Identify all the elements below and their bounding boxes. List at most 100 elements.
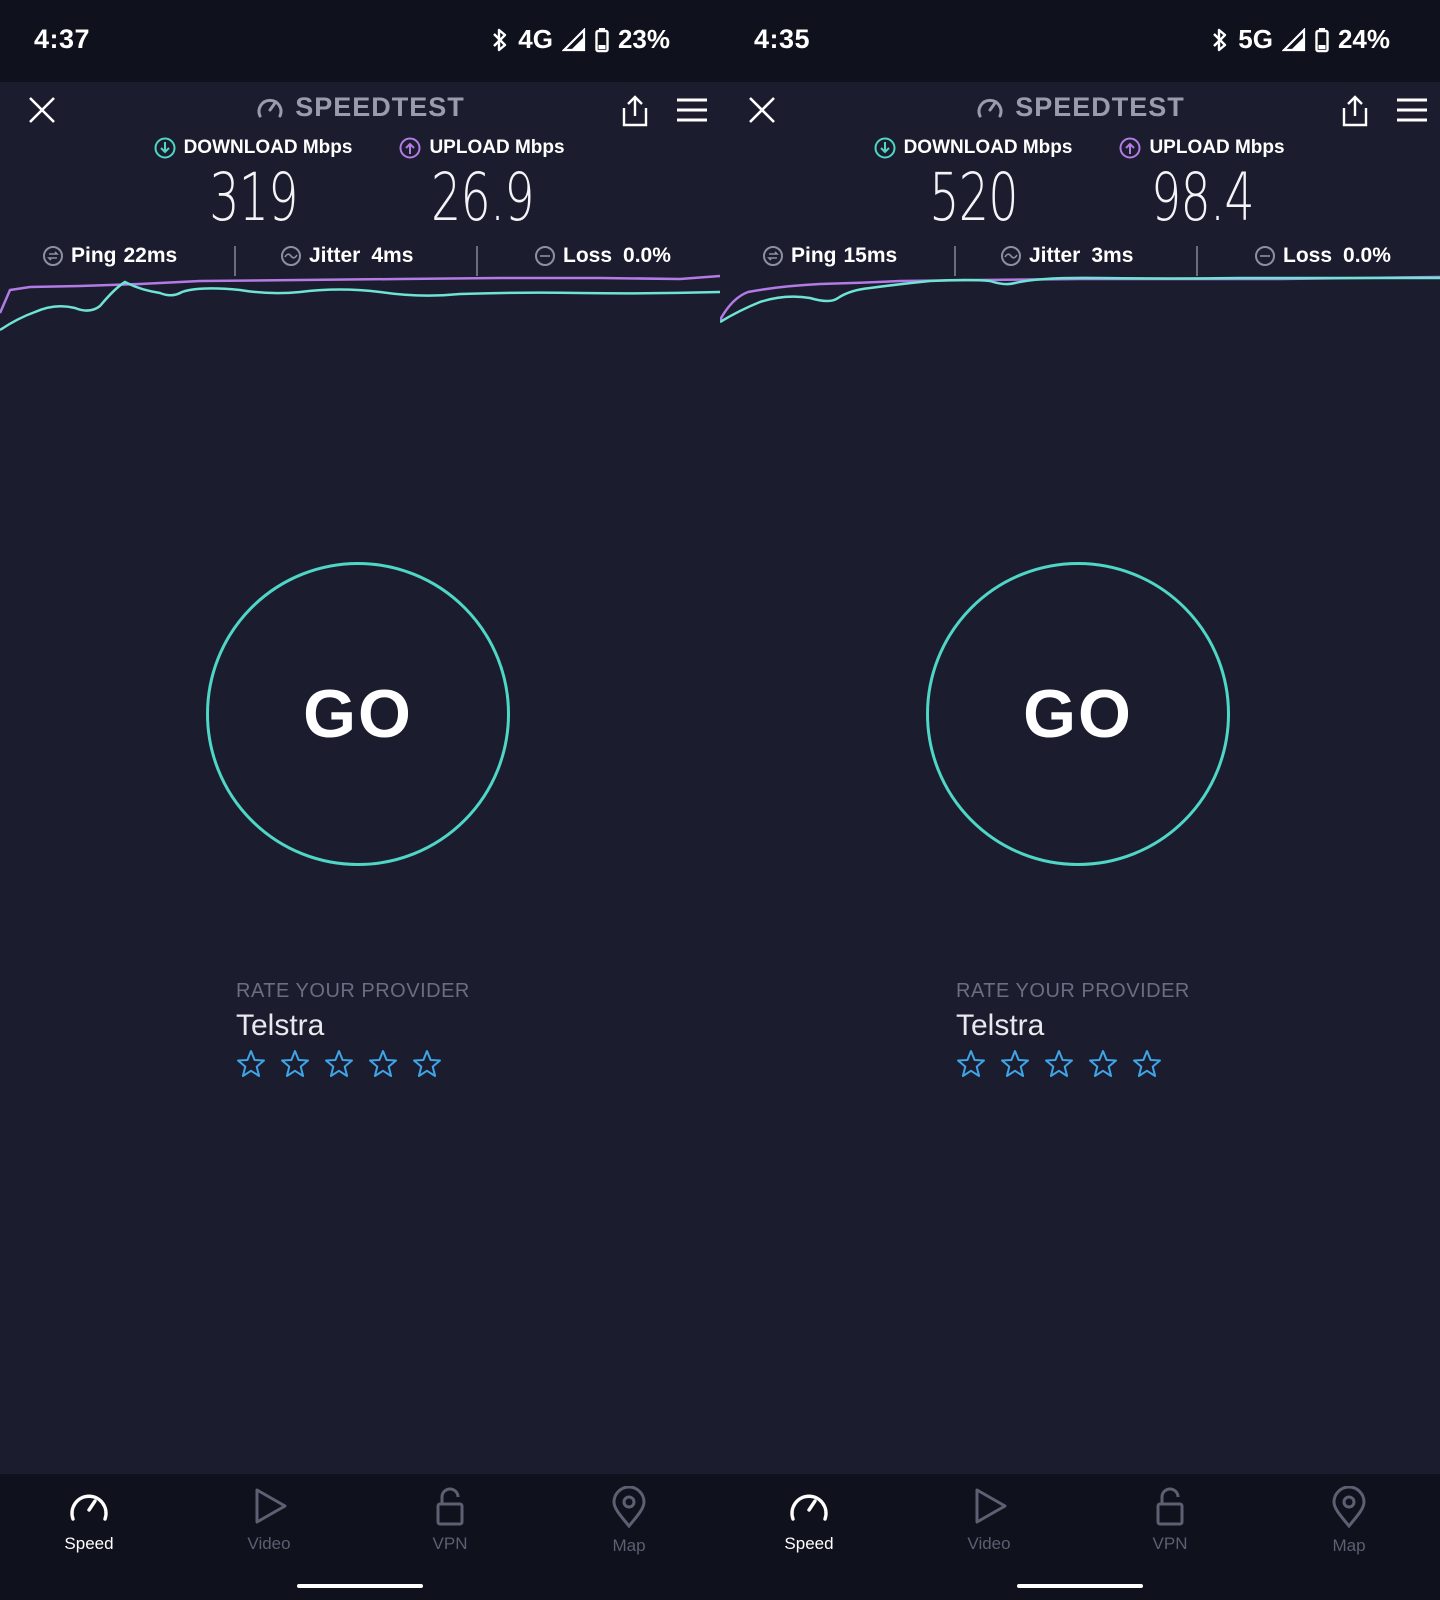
star-icon[interactable]: [280, 1049, 310, 1079]
download-icon: [154, 137, 176, 159]
jitter-icon: [281, 246, 301, 266]
nav-label-speed: Speed: [64, 1534, 114, 1553]
upload-value: 98.4: [1150, 159, 1255, 236]
upload-icon: [399, 137, 421, 159]
rate-heading: RATE YOUR PROVIDER: [236, 980, 470, 1002]
rate-provider: RATE YOUR PROVIDER Telstra: [956, 980, 1190, 1079]
share-icon: [1342, 95, 1368, 127]
signal-icon: [1281, 27, 1306, 52]
download-value: 319: [208, 159, 298, 236]
loss-icon: [535, 246, 555, 266]
download-metric: DOWNLOAD Mbps 319: [148, 137, 358, 231]
star-icon[interactable]: [1132, 1049, 1162, 1079]
lock-icon: [436, 1487, 464, 1526]
loss-icon: [1255, 246, 1275, 266]
app-title-text: SPEEDTEST: [1015, 92, 1185, 122]
home-indicator[interactable]: [297, 1584, 423, 1588]
loss-value: 0.0%: [623, 244, 671, 267]
rate-heading: RATE YOUR PROVIDER: [956, 980, 1190, 1002]
upload-metric: UPLOAD Mbps 98.4: [1112, 137, 1292, 231]
share-button[interactable]: [620, 94, 650, 128]
speed-graph: [720, 275, 1440, 324]
jitter-value: 3ms: [1091, 244, 1134, 267]
menu-button[interactable]: [676, 98, 708, 122]
go-label: GO: [303, 676, 413, 752]
download-metric: DOWNLOAD Mbps 520: [868, 137, 1078, 231]
speedometer-icon: [70, 1494, 108, 1521]
star-rating: [956, 1049, 1190, 1079]
nav-item-map[interactable]: Map: [574, 1486, 684, 1556]
nav-item-video[interactable]: Video: [214, 1486, 324, 1554]
ping-label: Ping: [791, 244, 837, 267]
go-button[interactable]: GO: [206, 562, 510, 866]
status-time: 4:37: [34, 24, 91, 54]
rate-provider: RATE YOUR PROVIDER Telstra: [236, 980, 470, 1079]
upload-value: 26.9: [430, 159, 535, 236]
hamburger-menu-icon: [1397, 98, 1427, 122]
star-icon[interactable]: [1044, 1049, 1074, 1079]
download-icon: [874, 137, 896, 159]
go-label: GO: [1023, 676, 1133, 752]
nav-item-map[interactable]: Map: [1294, 1486, 1404, 1556]
upload-metric: UPLOAD Mbps 26.9: [392, 137, 572, 231]
nav-item-vpn[interactable]: VPN: [1115, 1486, 1225, 1554]
nav-label-speed: Speed: [784, 1534, 834, 1553]
phone-screen-left: 4:37 4G 23% SPEEDTEST DOWNLOAD Mbps 319 …: [0, 0, 720, 1600]
ping-label: Ping: [71, 244, 117, 267]
ping-stat: Ping 15ms: [762, 244, 897, 268]
network-type: 5G: [1238, 24, 1273, 54]
loss-value: 0.0%: [1343, 244, 1391, 267]
share-button[interactable]: [1340, 94, 1370, 128]
speedtest-logo-icon: [257, 98, 283, 117]
nav-item-vpn[interactable]: VPN: [395, 1486, 505, 1554]
star-icon[interactable]: [324, 1049, 354, 1079]
download-value: 520: [928, 159, 1018, 236]
upload-graph-line: [720, 275, 1440, 321]
speedtest-logo-icon: [977, 98, 1003, 117]
status-icons: 4G 23%: [491, 24, 670, 55]
battery-percent: 24%: [1337, 24, 1390, 54]
bluetooth-icon: [1211, 27, 1229, 53]
battery-percent: 23%: [617, 24, 670, 54]
upload-label: UPLOAD Mbps: [429, 137, 565, 158]
nav-item-speed[interactable]: Speed: [34, 1486, 144, 1554]
nav-label-vpn: VPN: [1152, 1534, 1188, 1553]
loss-label: Loss: [1283, 244, 1333, 267]
star-icon[interactable]: [1088, 1049, 1118, 1079]
phone-screen-right: 4:35 5G 24% SPEEDTEST DOWNLOAD Mbps 520 …: [720, 0, 1440, 1600]
network-type: 4G: [518, 24, 553, 54]
app-title: SPEEDTEST: [720, 92, 1440, 123]
upload-label: UPLOAD Mbps: [1149, 137, 1285, 158]
status-bar: 4:35 5G 24%: [720, 0, 1440, 82]
jitter-stat: Jitter 3ms: [1000, 244, 1133, 268]
nav-item-speed[interactable]: Speed: [754, 1486, 864, 1554]
home-indicator[interactable]: [1017, 1584, 1143, 1588]
battery-icon: [595, 27, 609, 53]
bottom-nav: Speed Video VPN Map: [0, 1474, 720, 1600]
download-label: DOWNLOAD Mbps: [903, 137, 1073, 158]
upload-icon: [1119, 137, 1141, 159]
provider-name: Telstra: [956, 1009, 1045, 1042]
download-graph-line: [0, 280, 720, 332]
status-icons: 5G 24%: [1211, 24, 1390, 55]
hamburger-menu-icon: [677, 98, 707, 122]
jitter-value: 4ms: [371, 244, 414, 267]
loss-label: Loss: [563, 244, 613, 267]
jitter-label: Jitter: [309, 244, 361, 267]
star-icon[interactable]: [1000, 1049, 1030, 1079]
star-icon[interactable]: [412, 1049, 442, 1079]
nav-label-video: Video: [247, 1534, 291, 1553]
menu-button[interactable]: [1396, 98, 1428, 122]
star-icon[interactable]: [956, 1049, 986, 1079]
speed-graph: [0, 274, 720, 332]
nav-item-video[interactable]: Video: [934, 1486, 1044, 1554]
signal-icon: [561, 27, 586, 52]
ping-value: 15ms: [843, 244, 898, 267]
nav-label-map: Map: [612, 1536, 646, 1555]
go-button[interactable]: GO: [926, 562, 1230, 866]
star-icon[interactable]: [236, 1049, 266, 1079]
nav-label-vpn: VPN: [432, 1534, 468, 1553]
star-icon[interactable]: [368, 1049, 398, 1079]
share-icon: [622, 95, 648, 127]
screenshot-pair: 4:37 4G 23% SPEEDTEST DOWNLOAD Mbps 319 …: [0, 0, 1440, 1600]
